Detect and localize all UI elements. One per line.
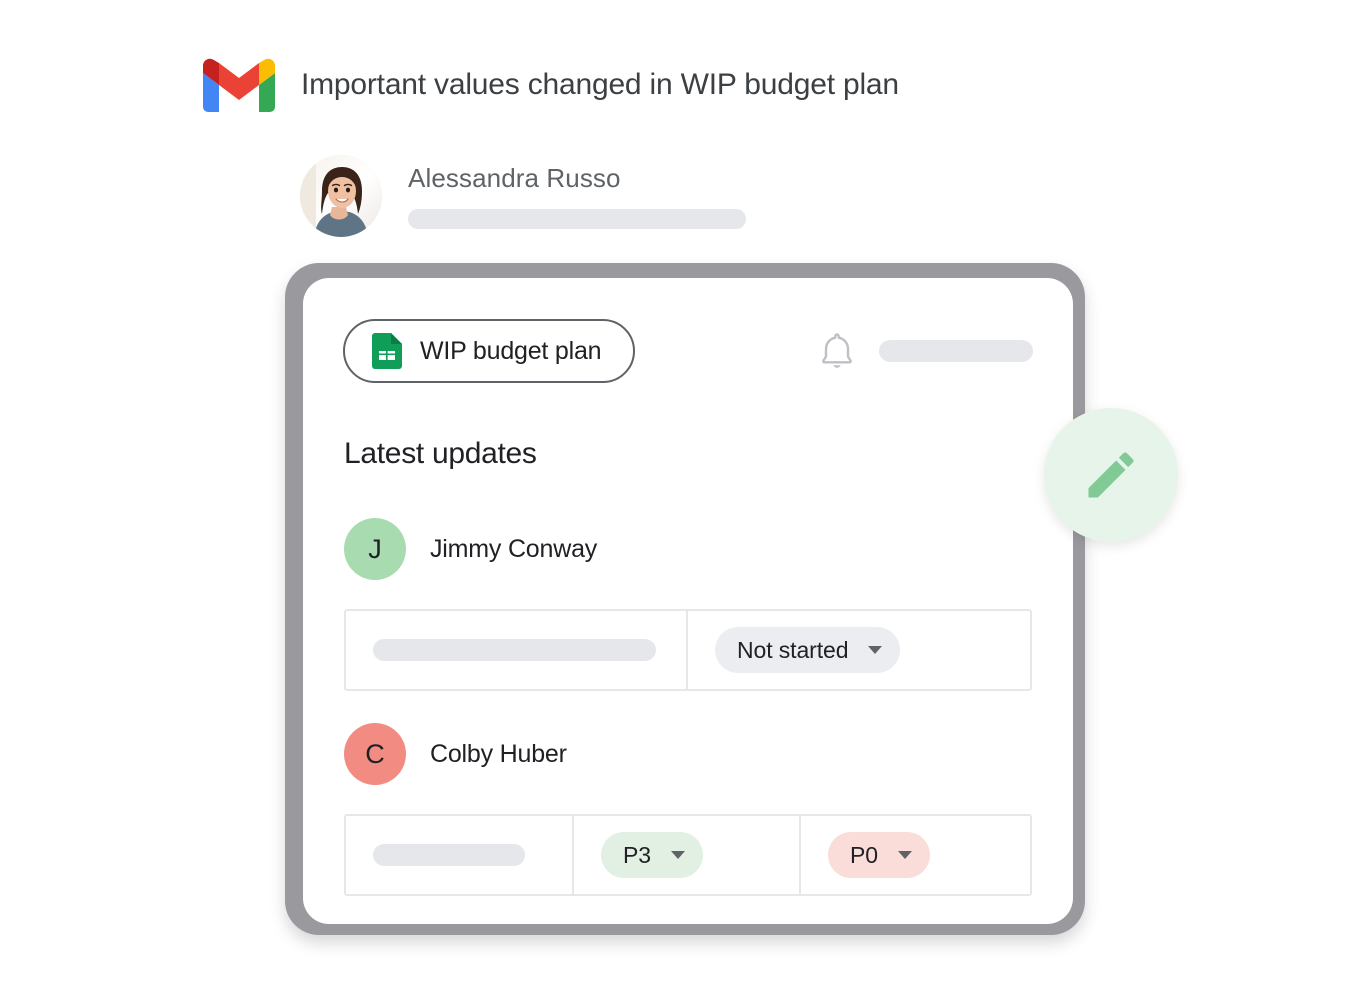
person-name: Jimmy Conway bbox=[430, 534, 598, 563]
sender-name: Alessandra Russo bbox=[408, 163, 621, 193]
document-chip-label: WIP budget plan bbox=[420, 336, 602, 365]
sender-row: Alessandra Russo bbox=[300, 155, 746, 237]
table-cell-status[interactable]: Not started bbox=[688, 611, 1030, 689]
update-card: WIP budget plan Latest updates J Jimmy C… bbox=[303, 278, 1073, 924]
table-row: P3 P0 bbox=[344, 814, 1032, 896]
table-row: Not started bbox=[344, 609, 1032, 691]
notification-header: Important values changed in WIP budget p… bbox=[203, 58, 899, 112]
chevron-down-icon bbox=[897, 851, 912, 859]
section-title: Latest updates bbox=[344, 437, 537, 470]
notification-subject: Important values changed in WIP budget p… bbox=[301, 68, 899, 101]
priority-chip[interactable]: P3 bbox=[601, 832, 703, 878]
table-cell-placeholder[interactable] bbox=[346, 611, 688, 689]
cell-placeholder-bar bbox=[373, 844, 525, 866]
table-cell-priority-new[interactable]: P0 bbox=[801, 816, 1030, 894]
pencil-edit-icon bbox=[1081, 445, 1141, 505]
person-name: Colby Huber bbox=[430, 739, 567, 768]
person-row: C Colby Huber bbox=[344, 723, 1032, 785]
update-entry: J Jimmy Conway Not started bbox=[344, 518, 1032, 691]
google-sheets-icon bbox=[372, 333, 402, 369]
update-entry: C Colby Huber P3 P0 bbox=[344, 723, 1032, 896]
card-top-right bbox=[817, 330, 1033, 372]
bell-icon[interactable] bbox=[817, 330, 857, 372]
person-row: J Jimmy Conway bbox=[344, 518, 1032, 580]
priority-chip[interactable]: P0 bbox=[828, 832, 930, 878]
avatar bbox=[300, 155, 382, 237]
card-top-row: WIP budget plan bbox=[343, 319, 1033, 383]
priority-chip-label: P0 bbox=[850, 841, 878, 868]
sender-subtext-placeholder bbox=[408, 209, 746, 229]
chevron-down-icon bbox=[670, 851, 685, 859]
gmail-icon bbox=[203, 58, 275, 112]
avatar: C bbox=[344, 723, 406, 785]
chevron-down-icon bbox=[868, 646, 883, 654]
table-cell-placeholder[interactable] bbox=[346, 816, 574, 894]
notification-placeholder-bar bbox=[879, 340, 1033, 362]
status-chip-label: Not started bbox=[737, 636, 849, 663]
status-chip[interactable]: Not started bbox=[715, 627, 901, 673]
document-chip[interactable]: WIP budget plan bbox=[343, 319, 636, 383]
cell-placeholder-bar bbox=[373, 639, 656, 661]
priority-chip-label: P3 bbox=[623, 841, 651, 868]
edit-fab-button[interactable] bbox=[1044, 408, 1178, 542]
avatar: J bbox=[344, 518, 406, 580]
table-cell-priority-old[interactable]: P3 bbox=[574, 816, 801, 894]
